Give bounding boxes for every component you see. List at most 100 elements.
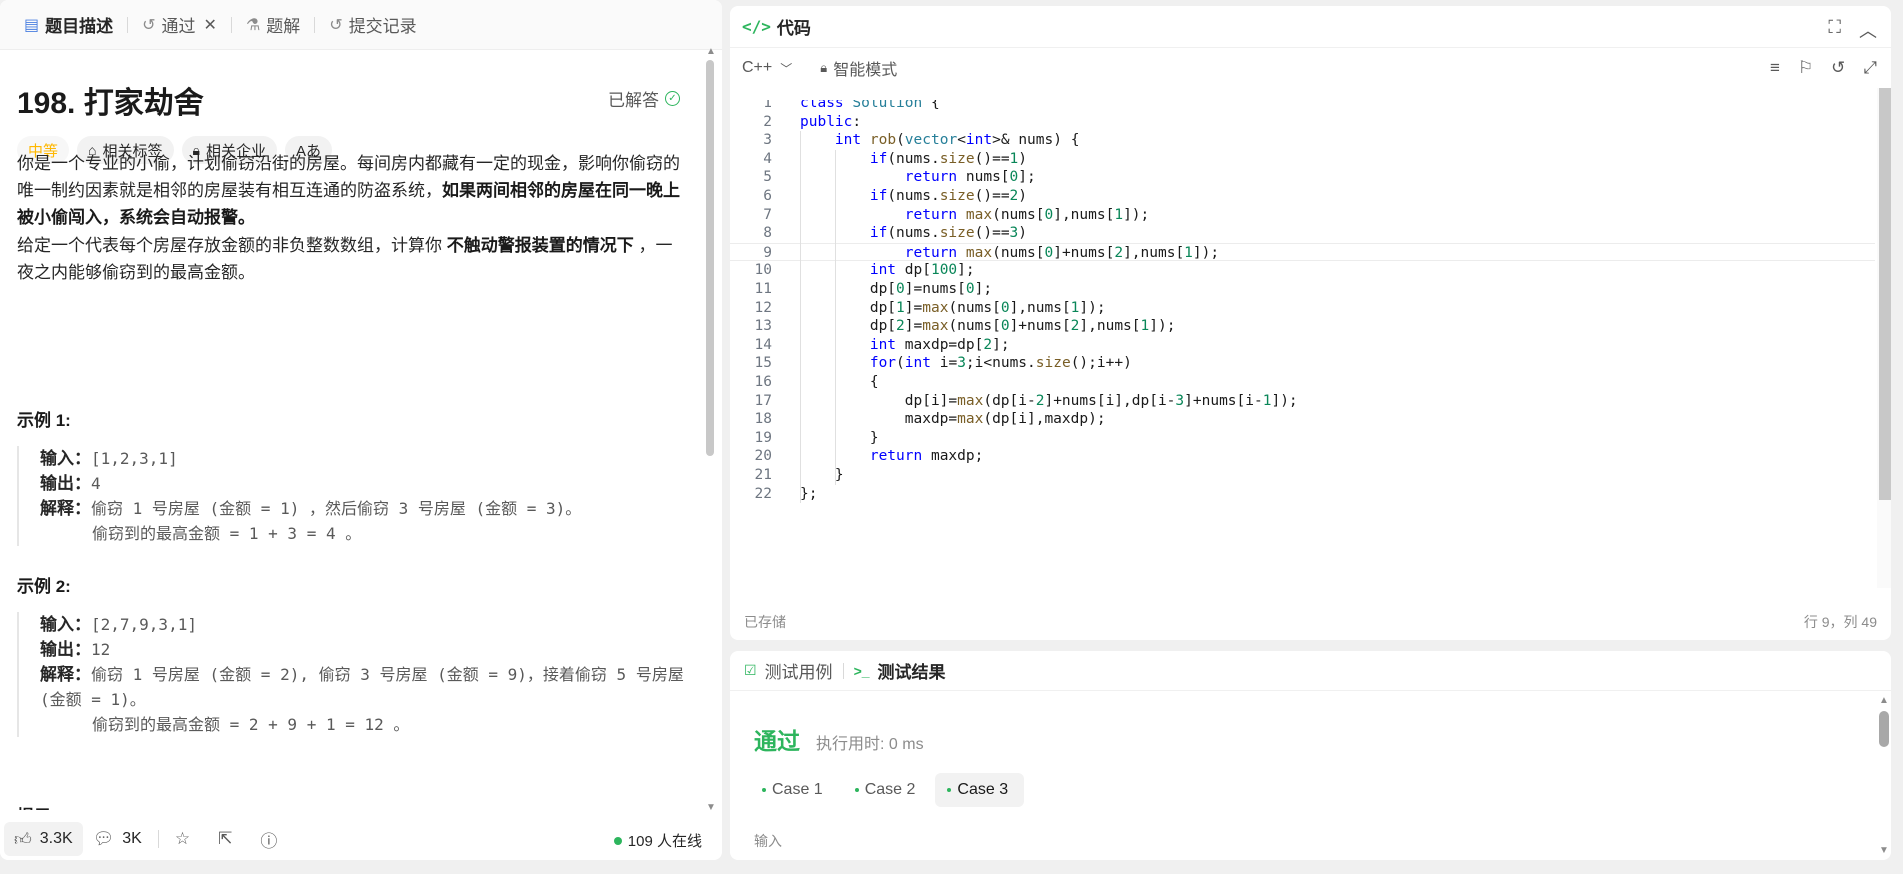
code-line[interactable]: 7 return max(nums[0],nums[1]); [730, 206, 1875, 225]
close-icon[interactable]: ✕ [204, 15, 217, 35]
code-line[interactable]: 11 dp[0]=nums[0]; [730, 280, 1875, 299]
test-scrollbar[interactable]: ▲ ▼ [1879, 695, 1889, 857]
problem-panel: ▤ 题目描述 ↺ 通过 ✕ ⚗ 题解 ↺ 提交记录 198. 打家劫舍 已解答 … [0, 0, 722, 860]
code-icon: </> [742, 17, 771, 36]
code-line[interactable]: 21 } [730, 466, 1875, 485]
code-line[interactable]: 17 dp[i]=max(dp[i-2]+nums[i],dp[i-3]+num… [730, 392, 1875, 411]
saved-status: 已存储 [744, 614, 786, 630]
test-tabbar: ☑ 测试用例 >_ 测试结果 [730, 651, 1891, 691]
code-line[interactable]: 10 int dp[100]; [730, 261, 1875, 280]
thumbs-up-icon: 👍︎ [14, 829, 32, 849]
problem-tabbar: ▤ 题目描述 ↺ 通过 ✕ ⚗ 题解 ↺ 提交记录 [0, 0, 722, 50]
chevron-up-icon[interactable]: ︿ [1859, 17, 1877, 43]
history-icon: ↺ [142, 16, 156, 34]
fullscreen-icon[interactable]: ⛶ [1828, 17, 1841, 43]
code-toolbar: C++ ﹀ 🔒︎ 智能模式 ≡ ⚐ ↺ ⤢ [730, 48, 1891, 88]
code-line[interactable]: 1 class Solution { [730, 100, 1875, 113]
share-icon: ⇱ [218, 829, 233, 848]
code-line[interactable]: 6 if(nums.size()==2) [730, 187, 1875, 206]
star-icon: ☆ [174, 829, 191, 848]
code-text: dp[i]=max(dp[i-2]+nums[i],dp[i-3]+nums[i… [800, 392, 1298, 409]
like-button[interactable]: 👍︎ 3.3K [4, 822, 83, 856]
code-text: } [800, 467, 844, 483]
reset-icon[interactable]: ↺ [1831, 58, 1845, 78]
tab-solutions[interactable]: ⚗ 题解 [236, 0, 310, 50]
code-text: for(int i=3;i<nums.size();i++) [869, 355, 1132, 372]
hint-title: 提示： [17, 802, 68, 810]
code-line[interactable]: 14 int maxdp=dp[2]; [730, 336, 1875, 355]
code-line[interactable]: 9 return max(nums[0]+nums[2],nums[1]); [730, 242, 1875, 262]
code-text: return maxdp; [869, 448, 984, 465]
line-number: 6 [763, 188, 772, 204]
input-label: 输入 [754, 833, 782, 849]
code-panel: </> 代码 ⛶ ︿ C++ ﹀ 🔒︎ 智能模式 ≡ ⚐ ↺ ⤢ 1 class … [730, 6, 1891, 640]
share-button[interactable]: ⇱ [208, 822, 250, 856]
cursor-position: 行 9，列 49 [1803, 614, 1877, 630]
code-header-actions: ⛶ ︿ [1828, 17, 1877, 43]
language-select[interactable]: C++ ﹀ [742, 59, 792, 77]
document-icon: ▤ [24, 16, 40, 34]
scroll-down-icon[interactable]: ▼ [1879, 845, 1889, 856]
favorite-button[interactable]: ☆ [165, 822, 208, 856]
code-line[interactable]: 3 int rob(vector<int>& nums) { [730, 131, 1875, 150]
format-icon[interactable]: ≡ [1770, 58, 1780, 78]
tab-description[interactable]: ▤ 题目描述 [14, 0, 123, 50]
line-number: 16 [754, 374, 772, 390]
code-line[interactable]: 5 return nums[0]; [730, 168, 1875, 187]
bookmark-icon[interactable]: ⚐ [1798, 58, 1813, 78]
code-footer: 已存储 行 9，列 49 [730, 604, 1891, 640]
problem-scrollbar[interactable]: ▲ ▼ [706, 46, 716, 813]
code-line[interactable]: 16 { [730, 373, 1875, 392]
code-editor[interactable]: 1 class Solution {2 public: 3 int rob(vecto… [730, 100, 1875, 590]
code-line[interactable]: 20 return maxdp; [730, 447, 1875, 466]
line-number: 18 [754, 411, 772, 428]
question-icon: ⓘ [260, 831, 278, 851]
tab-accepted[interactable]: ↺ 通过 ✕ [132, 0, 227, 50]
scroll-down-icon[interactable]: ▼ [706, 802, 716, 813]
case-tab-3[interactable]: Case 3 [935, 773, 1025, 807]
comment-icon: 💬︎ [92, 829, 115, 848]
expand-icon[interactable]: ⤢ [1863, 58, 1877, 78]
runtime-label: 执行用时: 0 ms [816, 736, 924, 753]
line-number: 12 [754, 299, 772, 316]
problem-bottom-bar: 👍︎ 3.3K 💬︎ 3K ☆ ⇱ ⓘ 109 人在线 [0, 818, 722, 860]
code-line[interactable]: 2 public: [730, 113, 1875, 132]
code-header: </> 代码 [730, 6, 1891, 48]
terminal-icon: >_ [853, 662, 870, 679]
code-line[interactable]: 15 for(int i=3;i<nums.size();i++) [730, 354, 1875, 373]
code-text: dp[2]=max(nums[0]+nums[2],nums[1]); [800, 318, 1176, 335]
editor-actions: ≡ ⚐ ↺ ⤢ [1770, 58, 1877, 78]
scroll-up-icon[interactable]: ▲ [1879, 695, 1889, 706]
code-line[interactable]: 22}; [730, 485, 1875, 504]
code-line[interactable]: 8 if(nums.size()==3) [730, 224, 1875, 243]
code-text: dp[1]=max(nums[0],nums[1]); [800, 299, 1106, 316]
tab-submissions[interactable]: ↺ 提交记录 [319, 0, 426, 50]
help-button[interactable]: ⓘ [250, 822, 295, 856]
example-1-block: 输入：[1,2,3,1] 输出：4 解释：偷窃 1 号房屋 (金额 = 1) ，… [17, 446, 689, 546]
line-number: 4 [763, 150, 772, 167]
code-text: int rob(vector<int>& nums) { [834, 132, 1080, 149]
code-line[interactable]: 19 } [730, 429, 1875, 448]
history-icon: ↺ [329, 16, 343, 34]
code-line[interactable]: 18 maxdp=max(dp[i],maxdp); [730, 410, 1875, 429]
case-tab-1[interactable]: Case 1 [750, 773, 839, 807]
line-number: 5 [763, 169, 772, 186]
scroll-up-icon[interactable]: ▲ [706, 46, 716, 57]
code-line[interactable]: 13 dp[2]=max(nums[0]+nums[2],nums[1]); [730, 317, 1875, 336]
tab-test-results[interactable]: >_ 测试结果 [854, 658, 946, 683]
smart-mode-toggle[interactable]: 🔒︎ 智能模式 [820, 56, 897, 80]
line-number: 8 [763, 225, 772, 242]
tab-testcases[interactable]: ☑ 测试用例 [744, 658, 833, 683]
problem-description-2: 给定一个代表每个房屋存放金额的非负整数数组，计算你 不触动警报装置的情况下 ，一… [17, 236, 673, 282]
code-text: int dp[100]; [869, 262, 975, 279]
code-text: { [800, 374, 879, 390]
case-tab-2[interactable]: Case 2 [843, 773, 932, 807]
code-line[interactable]: 4 if(nums.size()==1) [730, 150, 1875, 169]
line-number: 9 [763, 244, 772, 261]
comments-button[interactable]: 💬︎ 3K [83, 822, 152, 856]
line-number: 14 [754, 336, 772, 353]
problem-description-1: 你是一个专业的小偷，计划偷窃沿街的房屋。每间房内都藏有一定的现金，影响你偷窃的唯… [17, 154, 680, 227]
code-scrollbar[interactable] [1877, 88, 1891, 588]
check-circle-icon: ✓ [665, 91, 680, 106]
code-line[interactable]: 12 dp[1]=max(nums[0],nums[1]); [730, 299, 1875, 318]
